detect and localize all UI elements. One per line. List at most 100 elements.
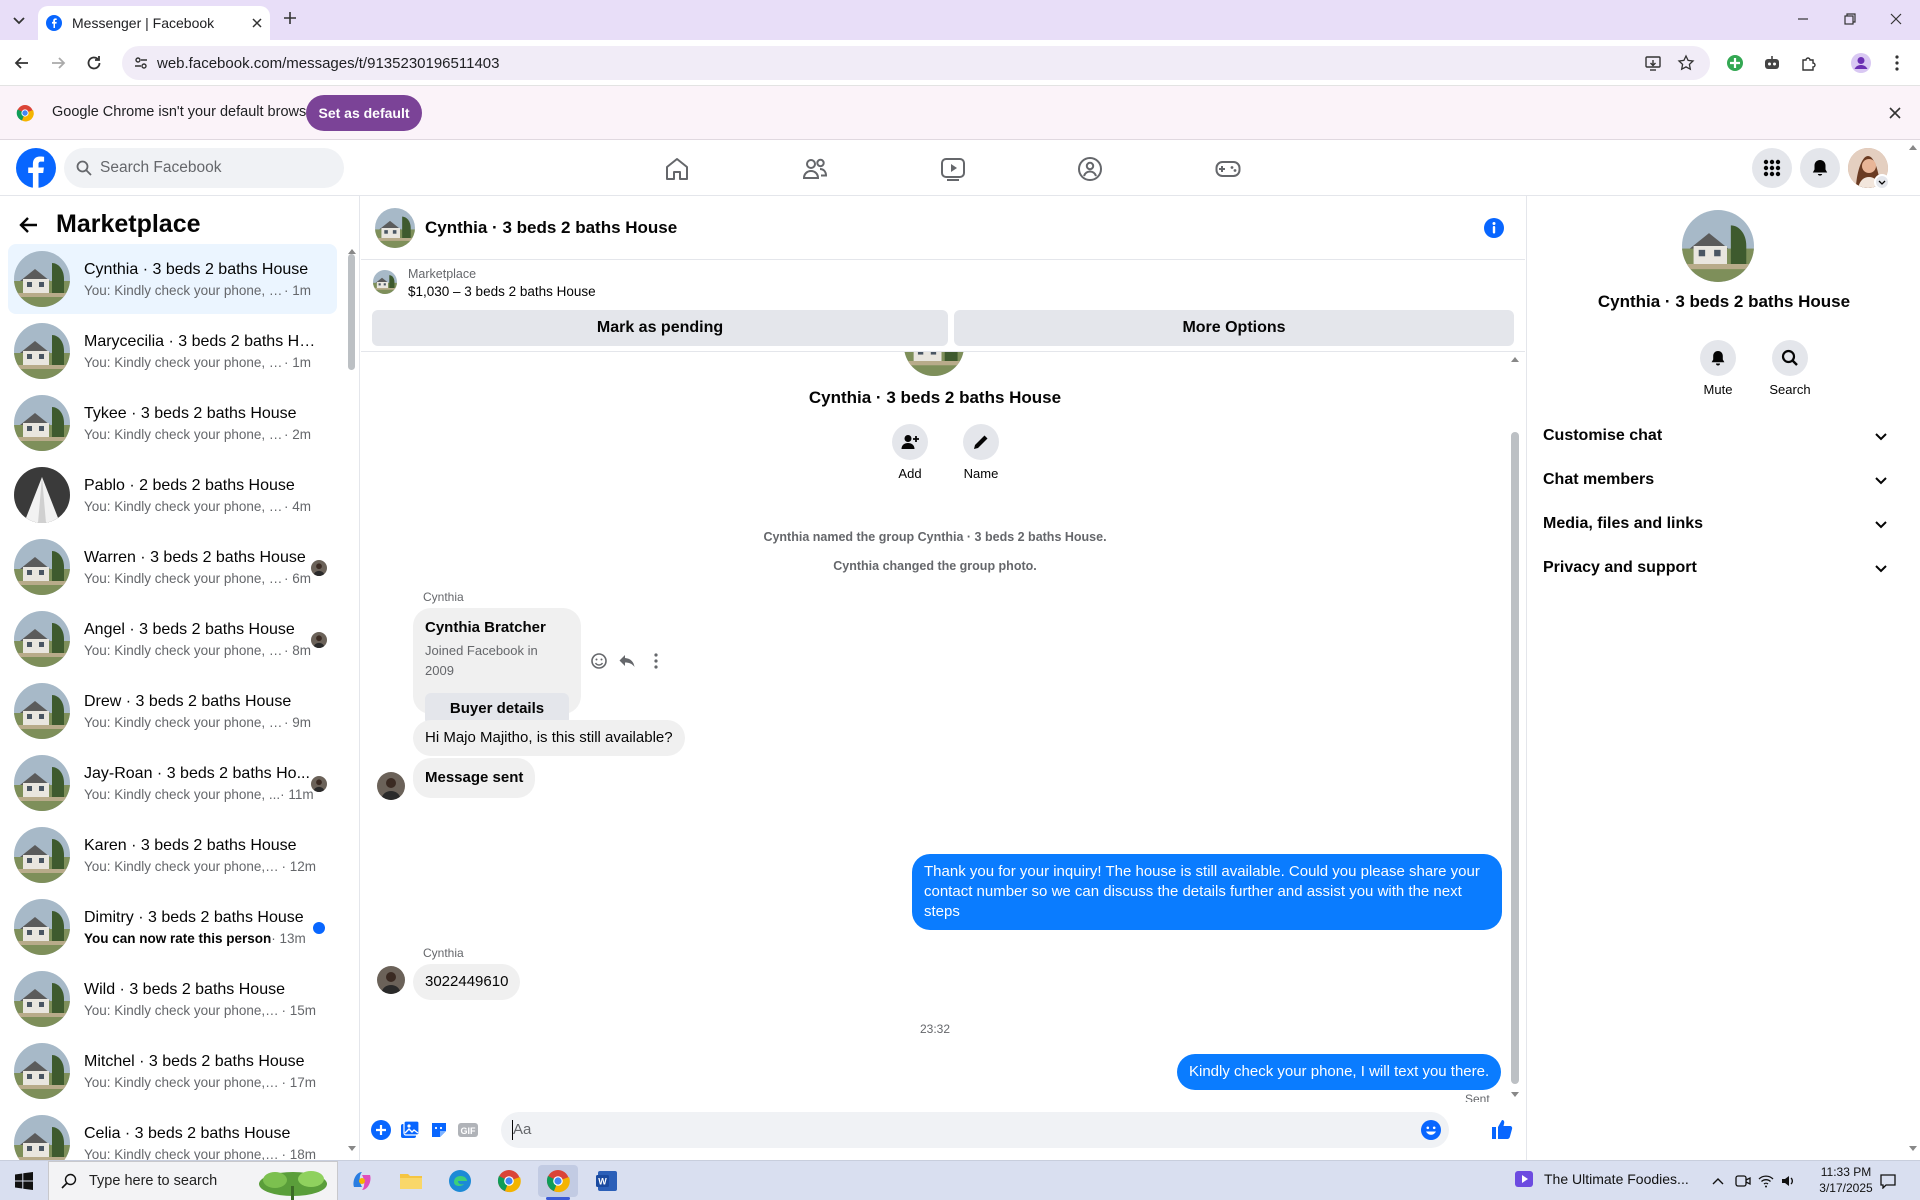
volume-icon[interactable] xyxy=(1780,1173,1796,1189)
conversation-item[interactable]: Warren · 3 beds 2 baths House You: Kindly… xyxy=(8,532,337,602)
facebook-logo-icon[interactable] xyxy=(16,148,56,188)
mute-button[interactable]: Mute xyxy=(1683,340,1753,397)
message-input[interactable]: Aa xyxy=(501,1112,1449,1148)
conversation-item[interactable]: Drew · 3 beds 2 baths House You: Kindly c… xyxy=(8,676,337,746)
search-in-chat-button[interactable]: Search xyxy=(1755,340,1825,397)
chat-avatar[interactable] xyxy=(375,207,415,248)
menu-button[interactable] xyxy=(1752,148,1792,188)
close-window-button[interactable] xyxy=(1889,12,1903,26)
address-bar[interactable]: web.facebook.com/messages/t/913523019651… xyxy=(122,46,1710,80)
more-options-button[interactable]: More Options xyxy=(954,310,1514,346)
new-tab-button[interactable] xyxy=(282,10,298,26)
conversation-avatar xyxy=(14,1115,70,1160)
accordion-media-files-links[interactable]: Media, files and links xyxy=(1543,502,1888,546)
facebook-top-nav: Search Facebook xyxy=(0,140,1920,196)
forward-button[interactable] xyxy=(48,53,68,73)
conversation-item[interactable]: Celia · 3 beds 2 baths House You: Kindly … xyxy=(8,1108,337,1160)
listing-thumbnail[interactable] xyxy=(373,270,397,294)
taskbar-app-file-explorer[interactable] xyxy=(391,1165,431,1197)
tray-chevron-up-icon[interactable] xyxy=(1712,1177,1724,1185)
list-scrollbar-thumb[interactable] xyxy=(348,254,355,370)
facebook-search-input[interactable]: Search Facebook xyxy=(64,148,344,188)
profile-icon[interactable] xyxy=(1850,52,1872,74)
reply-icon[interactable] xyxy=(618,652,636,670)
set-default-button[interactable]: Set as default xyxy=(306,95,422,131)
react-emoji-icon[interactable] xyxy=(590,652,608,670)
outgoing-message[interactable]: Kindly check your phone, I will text you… xyxy=(1177,1054,1502,1090)
install-app-icon[interactable] xyxy=(1644,54,1662,72)
browser-menu-icon[interactable] xyxy=(1894,54,1900,72)
attach-image-icon[interactable] xyxy=(400,1120,420,1140)
outgoing-message[interactable]: Thank you for your inquiry! The house is… xyxy=(912,854,1502,930)
details-scroll-down[interactable] xyxy=(1909,1146,1917,1152)
accordion-chat-members[interactable]: Chat members xyxy=(1543,458,1888,502)
notifications-button[interactable] xyxy=(1800,148,1840,188)
list-scroll-down[interactable] xyxy=(348,1146,356,1152)
conversation-item[interactable]: Pablo · 2 beds 2 baths House You: Kindly … xyxy=(8,460,337,530)
nav-gaming[interactable] xyxy=(1211,152,1245,186)
plus-circle-icon[interactable] xyxy=(371,1120,391,1140)
accordion-customise-chat[interactable]: Customise chat xyxy=(1543,414,1888,458)
taskbar-app-copilot[interactable] xyxy=(342,1165,382,1197)
browser-tab[interactable]: Messenger | Facebook xyxy=(38,6,270,40)
reload-button[interactable] xyxy=(84,53,104,73)
mark-pending-button[interactable]: Mark as pending xyxy=(372,310,948,346)
emoji-icon[interactable] xyxy=(1421,1120,1441,1140)
back-arrow-icon[interactable] xyxy=(18,214,40,236)
thread-scrollbar-thumb[interactable] xyxy=(1511,432,1519,1084)
back-button[interactable] xyxy=(12,53,32,73)
info-icon[interactable] xyxy=(1483,217,1505,239)
account-chevron[interactable] xyxy=(1874,174,1890,190)
conversation-item[interactable]: Marycecilia · 3 beds 2 baths Hou... You: … xyxy=(8,316,337,386)
taskbar-app-chrome[interactable] xyxy=(489,1165,529,1197)
conversation-item[interactable]: Tykee · 3 beds 2 baths House You: Kindly … xyxy=(8,388,337,458)
incoming-message[interactable]: 3022449610 xyxy=(413,964,521,1000)
close-infobar-icon[interactable] xyxy=(1888,106,1902,120)
extension-robot-icon[interactable] xyxy=(1763,54,1781,72)
accordion-privacy-support[interactable]: Privacy and support xyxy=(1543,546,1888,590)
taskbar-app-chrome-active[interactable] xyxy=(538,1165,578,1197)
conversation-avatar xyxy=(14,539,70,595)
conversation-item[interactable]: Karen · 3 beds 2 baths House You: Kindly … xyxy=(8,820,337,890)
nav-home[interactable] xyxy=(660,152,694,186)
clock[interactable]: 11:33 PM 3/17/2025 xyxy=(1808,1164,1884,1196)
incoming-message-card[interactable]: Message sent xyxy=(413,758,536,798)
change-name-button[interactable]: Name xyxy=(951,424,1011,481)
listing-title[interactable]: $1,030 – 3 beds 2 baths House xyxy=(408,284,596,299)
add-people-button[interactable]: Add xyxy=(880,424,940,481)
media-widget[interactable]: The Ultimate Foodies... xyxy=(1514,1169,1689,1189)
minimize-button[interactable] xyxy=(1796,12,1810,26)
notification-center-icon[interactable] xyxy=(1880,1173,1896,1189)
conversation-item[interactable]: Cynthia · 3 beds 2 baths House You: Kindl… xyxy=(8,244,337,314)
chat-title[interactable]: Cynthia · 3 beds 2 baths House xyxy=(425,218,677,238)
nav-video[interactable] xyxy=(936,152,970,186)
details-scroll-up[interactable] xyxy=(1909,144,1917,150)
gif-icon[interactable]: GIF xyxy=(457,1120,479,1140)
meet-now-icon[interactable] xyxy=(1735,1173,1751,1189)
thread-scroll-down[interactable] xyxy=(1511,1092,1519,1098)
bookmark-star-icon[interactable] xyxy=(1677,54,1695,72)
sticker-icon[interactable] xyxy=(429,1120,449,1140)
taskbar-app-word[interactable]: W xyxy=(587,1165,627,1197)
taskbar-app-edge[interactable] xyxy=(440,1165,480,1197)
taskbar-search[interactable]: Type here to search xyxy=(48,1161,338,1200)
tab-list-dropdown[interactable] xyxy=(8,10,30,32)
start-button[interactable] xyxy=(4,1165,44,1197)
more-actions-icon[interactable] xyxy=(653,652,659,670)
extensions-puzzle-icon[interactable] xyxy=(1800,54,1818,72)
thumbs-up-icon[interactable] xyxy=(1491,1118,1513,1140)
svg-text:GIF: GIF xyxy=(461,1126,477,1136)
wifi-icon[interactable] xyxy=(1758,1173,1774,1189)
conversation-item[interactable]: Dimitry · 3 beds 2 baths House You can no… xyxy=(8,892,337,962)
restore-button[interactable] xyxy=(1843,12,1857,26)
conversation-item[interactable]: Wild · 3 beds 2 baths House You: Kindly c… xyxy=(8,964,337,1034)
incoming-message[interactable]: Hi Majo Majitho, is this still available… xyxy=(413,720,685,756)
extension-green-icon[interactable] xyxy=(1726,54,1744,72)
conversation-item[interactable]: Mitchel · 3 beds 2 baths House You: Kindl… xyxy=(8,1036,337,1106)
nav-friends[interactable] xyxy=(798,152,832,186)
thread-scroll-up[interactable] xyxy=(1511,356,1519,362)
close-tab-icon[interactable] xyxy=(252,18,262,28)
conversation-item[interactable]: Angel · 3 beds 2 baths House You: Kindly … xyxy=(8,604,337,674)
nav-groups[interactable] xyxy=(1073,152,1107,186)
conversation-item[interactable]: Jay-Roan · 3 beds 2 baths Ho... You: Kind… xyxy=(8,748,337,818)
